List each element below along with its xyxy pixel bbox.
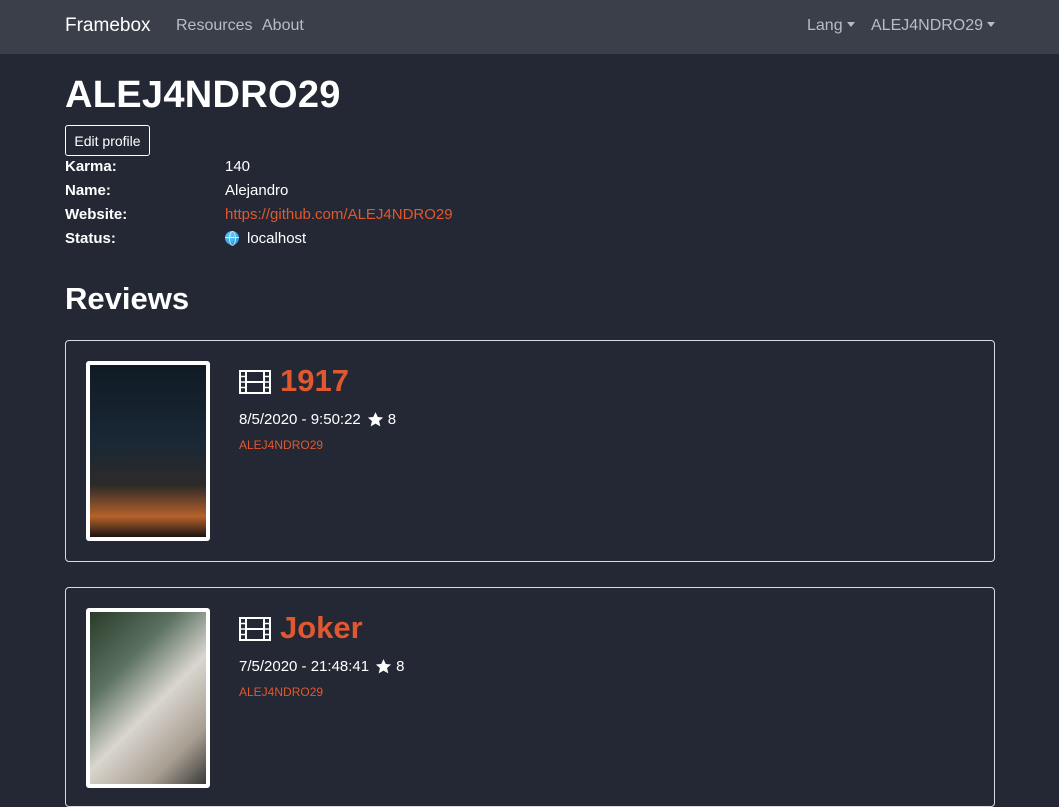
karma-row: Karma: 140 bbox=[65, 158, 665, 180]
user-dropdown[interactable]: ALEJ4NDRO29 bbox=[871, 17, 996, 35]
star-icon bbox=[367, 412, 383, 427]
edit-profile-button[interactable]: Edit profile bbox=[65, 125, 150, 156]
name-value: Alejandro bbox=[225, 182, 289, 199]
website-label: Website: bbox=[65, 206, 128, 223]
website-row: Website: https://github.com/ALEJ4NDRO29 bbox=[65, 206, 665, 228]
poster-image-1917 bbox=[90, 365, 206, 537]
review-card: 1917 8/5/2020 - 9:50:22 8 ALEJ4NDRO29 bbox=[65, 340, 995, 562]
user-dropdown-label: ALEJ4NDRO29 bbox=[871, 17, 984, 34]
review-card: Joker 7/5/2020 - 21:48:41 8 ALEJ4NDRO29 bbox=[65, 587, 995, 807]
nav-link-about[interactable]: About bbox=[262, 17, 304, 35]
caret-down-icon bbox=[846, 22, 855, 27]
status-label: Status: bbox=[65, 230, 116, 247]
review-meta: 7/5/2020 - 21:48:41 8 bbox=[239, 658, 404, 675]
poster-image-joker bbox=[90, 612, 206, 784]
karma-label: Karma: bbox=[65, 158, 117, 175]
movie-title-link[interactable]: 1917 bbox=[280, 363, 349, 399]
reviews-heading: Reviews bbox=[65, 281, 190, 316]
globe-icon bbox=[225, 231, 239, 246]
review-rating: 8 bbox=[387, 411, 397, 428]
star-icon bbox=[375, 659, 392, 674]
page-title: ALEJ4NDRO29 bbox=[65, 74, 341, 116]
lang-dropdown-label: Lang bbox=[807, 17, 843, 34]
website-link[interactable]: https://github.com/ALEJ4NDRO29 bbox=[225, 206, 453, 223]
movie-title-link[interactable]: Joker bbox=[280, 610, 363, 646]
caret-down-icon bbox=[987, 22, 996, 27]
movie-poster[interactable] bbox=[86, 608, 210, 788]
review-datetime: 7/5/2020 - 21:48:41 bbox=[239, 658, 370, 675]
status-row: Status: localhost bbox=[65, 230, 665, 252]
movie-poster[interactable] bbox=[86, 361, 210, 541]
review-rating: 8 bbox=[396, 658, 405, 675]
name-row: Name: Alejandro bbox=[65, 182, 665, 204]
brand-link[interactable]: Framebox bbox=[65, 15, 151, 37]
lang-dropdown[interactable]: Lang bbox=[807, 17, 855, 35]
name-label: Name: bbox=[65, 182, 111, 199]
review-meta: 8/5/2020 - 9:50:22 8 bbox=[239, 411, 396, 428]
film-icon bbox=[239, 370, 271, 394]
status-value: localhost bbox=[247, 230, 307, 247]
karma-value: 140 bbox=[225, 158, 251, 175]
review-author-link[interactable]: ALEJ4NDRO29 bbox=[239, 438, 323, 452]
review-datetime: 8/5/2020 - 9:50:22 bbox=[239, 411, 361, 428]
top-navbar: Framebox Resources About Lang ALEJ4NDRO2… bbox=[0, 0, 1059, 54]
nav-link-resources[interactable]: Resources bbox=[176, 17, 252, 35]
review-author-link[interactable]: ALEJ4NDRO29 bbox=[239, 685, 323, 699]
film-icon bbox=[239, 617, 271, 641]
